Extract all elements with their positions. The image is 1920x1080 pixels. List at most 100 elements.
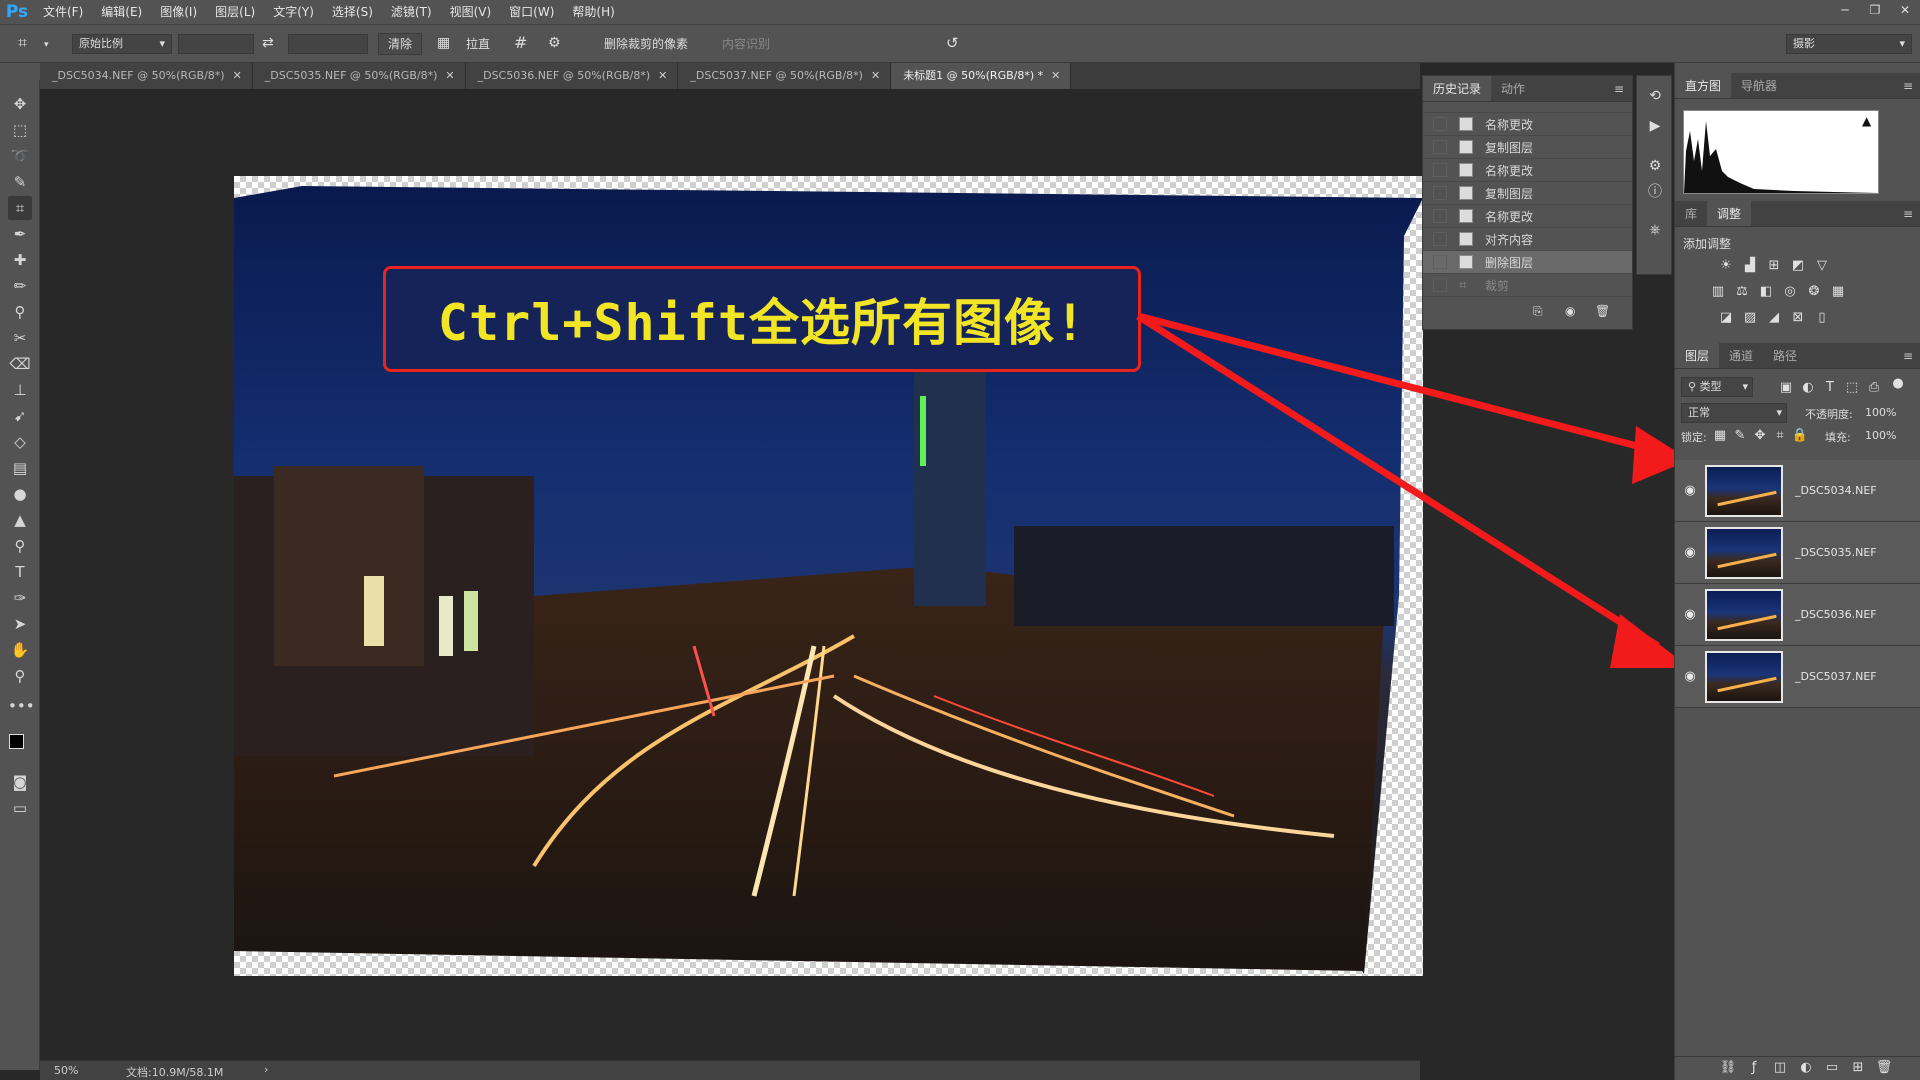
layer-row[interactable]: ◉ _DSC5034.NEF (1675, 460, 1920, 522)
menu-edit[interactable]: 编辑(E) (92, 0, 151, 24)
panel-menu-icon[interactable]: ≡ (1895, 201, 1920, 226)
quick-mask-icon[interactable]: ◙ (8, 770, 32, 794)
character-icon[interactable]: ⎈ (1645, 220, 1665, 240)
layer-name[interactable]: _DSC5035.NEF (1795, 546, 1877, 559)
menu-view[interactable]: 视图(V) (441, 0, 501, 24)
history-row-partial[interactable] (1423, 102, 1632, 113)
close-icon[interactable]: ✕ (233, 69, 242, 82)
filter-toggle-icon[interactable]: ● (1889, 377, 1907, 391)
brush-tool-icon[interactable]: ✏ (8, 274, 32, 298)
layer-name[interactable]: _DSC5036.NEF (1795, 608, 1877, 621)
filter-image-icon[interactable]: ▣ (1777, 381, 1795, 395)
marquee-tool-icon[interactable]: ⬚ (8, 118, 32, 142)
vibrance-icon[interactable]: ▽ (1813, 259, 1831, 273)
zoom-level[interactable]: 50% (54, 1064, 78, 1077)
filter-adjust-icon[interactable]: ◐ (1799, 381, 1817, 395)
width-input[interactable] (178, 34, 254, 54)
hand-tool-icon[interactable]: ✋ (8, 638, 32, 662)
path-select-tool-icon[interactable]: ➤ (8, 612, 32, 636)
height-input[interactable] (288, 34, 368, 54)
snapshot-box[interactable] (1433, 255, 1447, 269)
selective-color-icon[interactable]: ⊠ (1789, 311, 1807, 325)
snapshot-box[interactable] (1433, 209, 1447, 223)
history-row-selected[interactable]: 删除图层 (1423, 251, 1632, 274)
fx-icon[interactable]: ƒ (1745, 1061, 1763, 1075)
filter-smart-icon[interactable]: ⎙ (1865, 381, 1883, 395)
history-row[interactable]: 名称更改 (1423, 205, 1632, 228)
eye-icon[interactable]: ◉ (1675, 607, 1705, 622)
new-layer-icon[interactable]: ⊞ (1849, 1061, 1867, 1075)
tab-layers[interactable]: 图层 (1675, 343, 1720, 368)
menu-type[interactable]: 文字(Y) (264, 0, 323, 24)
history-panel-icon[interactable]: ⟲ (1645, 86, 1665, 106)
foreground-color-swatch[interactable] (9, 734, 24, 749)
tab-adjustments[interactable]: 调整 (1707, 201, 1752, 226)
tab-dsc5035[interactable]: _DSC5035.NEF @ 50%(RGB/8*) ✕ (252, 63, 466, 89)
menu-image[interactable]: 图像(I) (151, 0, 206, 24)
menu-window[interactable]: 窗口(W) (500, 0, 563, 24)
close-icon[interactable]: ✕ (1051, 69, 1060, 82)
black-white-icon[interactable]: ◧ (1757, 285, 1775, 299)
layer-row[interactable]: ◉ _DSC5037.NEF (1675, 646, 1920, 708)
camera-icon[interactable]: ◉ (1565, 304, 1575, 318)
new-doc-from-state-icon[interactable]: ⎘ (1533, 304, 1543, 319)
tab-navigator[interactable]: 导航器 (1731, 73, 1787, 98)
screen-mode-icon[interactable]: ▭ (8, 796, 32, 820)
lasso-tool-icon[interactable]: ➰ (8, 144, 32, 168)
menu-help[interactable]: 帮助(H) (563, 0, 623, 24)
hue-saturation-icon[interactable]: ▥ (1709, 285, 1727, 299)
eye-icon[interactable]: ◉ (1675, 483, 1705, 498)
more-tools-icon[interactable]: ••• (8, 694, 35, 718)
eye-icon[interactable]: ◉ (1675, 669, 1705, 684)
filter-type-icon[interactable]: T (1821, 381, 1839, 395)
tab-actions[interactable]: 动作 (1491, 76, 1535, 101)
panel-menu-icon[interactable]: ≡ (1895, 73, 1920, 98)
new-adjustment-icon[interactable]: ◐ (1797, 1061, 1815, 1075)
color-balance-icon[interactable]: ⚖ (1733, 285, 1751, 299)
menu-file[interactable]: 文件(F) (34, 0, 92, 24)
blur-tool-icon[interactable]: ● (8, 482, 32, 506)
add-mask-icon[interactable]: ◫ (1771, 1061, 1789, 1075)
eraser2-tool-icon[interactable]: ◇ (8, 430, 32, 454)
clone-stamp-tool-icon[interactable]: ⚲ (8, 300, 32, 324)
straighten-button[interactable]: 拉直 (466, 34, 490, 54)
gradient-tool-icon[interactable]: ▤ (8, 456, 32, 480)
history-row[interactable]: 对齐内容 (1423, 228, 1632, 251)
curves-icon[interactable]: ⊞ (1765, 259, 1783, 273)
minimize-button[interactable]: ─ (1830, 0, 1860, 24)
trash-icon[interactable]: 🗑 (1875, 1061, 1893, 1075)
color-lookup-icon[interactable]: ▦ (1829, 285, 1847, 299)
blend-mode-dropdown[interactable]: 正常 ▾ (1681, 403, 1787, 423)
grid-overlay-icon[interactable]: # (514, 33, 527, 53)
tab-channels[interactable]: 通道 (1719, 343, 1763, 368)
info-icon[interactable]: ⓘ (1645, 182, 1665, 202)
panel-menu-icon[interactable]: ≡ (1895, 343, 1920, 368)
lock-position-icon[interactable]: ✥ (1751, 429, 1769, 443)
new-group-icon[interactable]: ▭ (1823, 1061, 1841, 1075)
eraser-tool-icon[interactable]: ⌫ (8, 352, 32, 376)
zoom-tool-icon[interactable]: ⚲ (8, 664, 32, 688)
close-button[interactable]: ✕ (1890, 0, 1920, 24)
history-row-dim[interactable]: ⌗ 裁剪 (1423, 274, 1632, 297)
gear-icon[interactable]: ⚙ (548, 33, 561, 53)
levels-icon[interactable]: ▟ (1741, 259, 1759, 273)
tab-histogram[interactable]: 直方图 (1675, 73, 1732, 98)
reset-icon[interactable]: ↺ (946, 33, 959, 53)
crop-tool-icon[interactable]: ⌗ (18, 33, 27, 53)
tab-dsc5036[interactable]: _DSC5036.NEF @ 50%(RGB/8*) ✕ (465, 63, 679, 89)
filter-shape-icon[interactable]: ⬚ (1843, 381, 1861, 395)
lock-all-icon[interactable]: 🔒 (1791, 429, 1809, 443)
menu-filter[interactable]: 滤镜(T) (382, 0, 441, 24)
tab-untitled[interactable]: 未标题1 @ 50%(RGB/8*) * ✕ (891, 63, 1072, 89)
close-icon[interactable]: ✕ (871, 69, 880, 82)
history-row[interactable]: 复制图层 (1423, 136, 1632, 159)
lock-paint-icon[interactable]: ✎ (1731, 429, 1749, 443)
snapshot-box[interactable] (1433, 117, 1447, 131)
move-tool-icon[interactable]: ✥ (8, 92, 32, 116)
tab-paths[interactable]: 路径 (1763, 343, 1807, 368)
straighten-icon[interactable]: ▦ (437, 33, 450, 53)
type-tool-icon[interactable]: T (8, 560, 32, 584)
tab-history[interactable]: 历史记录 (1423, 76, 1492, 101)
lock-transparency-icon[interactable]: ▦ (1711, 429, 1729, 443)
restore-button[interactable]: ❐ (1860, 0, 1890, 24)
